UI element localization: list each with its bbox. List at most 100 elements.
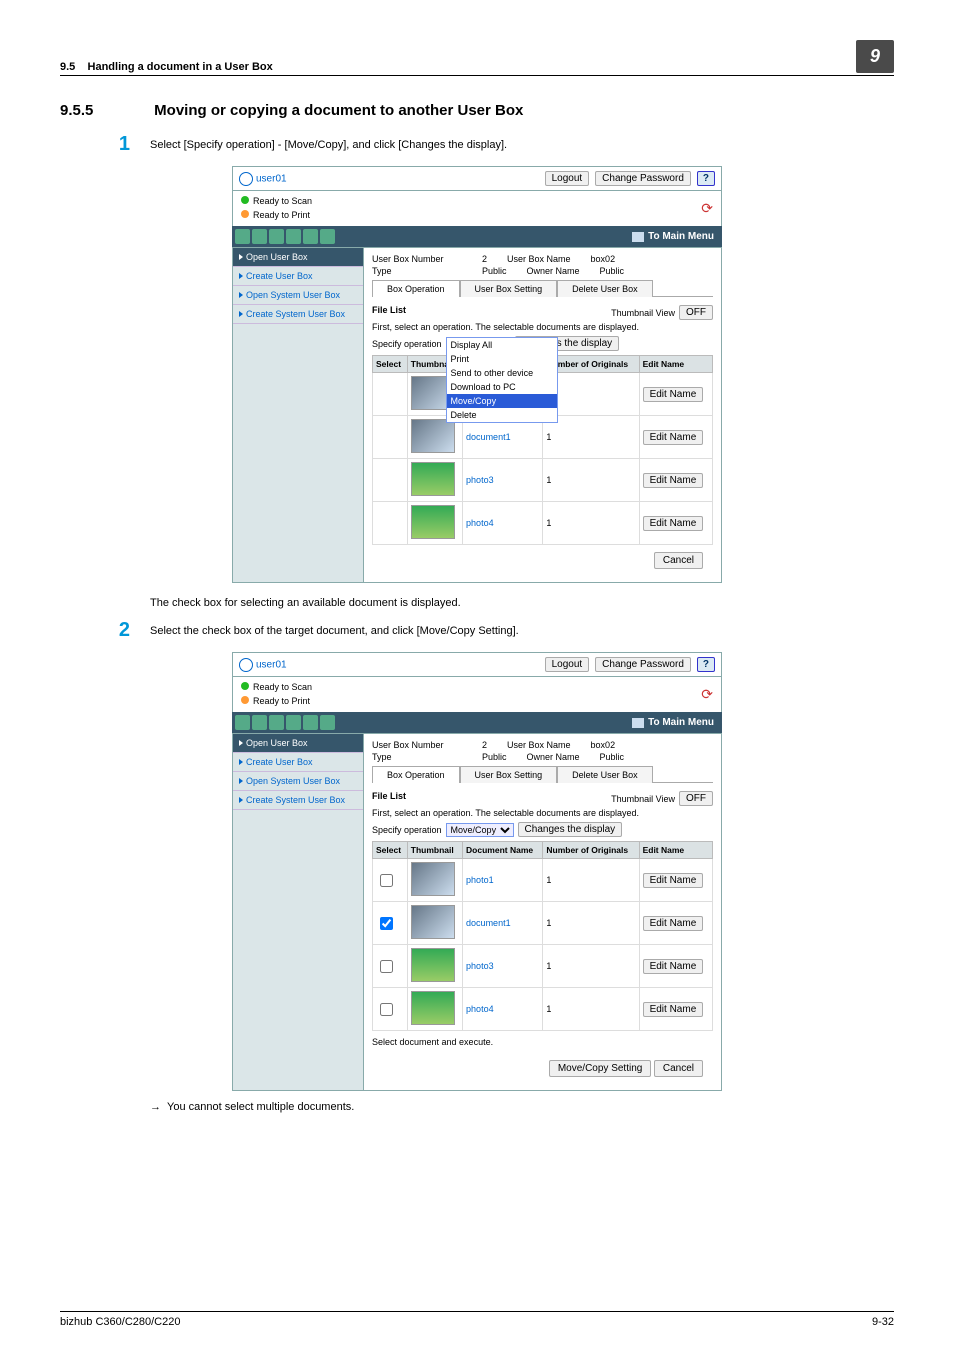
doc-link[interactable]: document1 [466,918,511,928]
thumbnail-icon [411,991,455,1025]
logout-button[interactable]: Logout [545,171,590,186]
help-icon[interactable]: ? [697,657,715,672]
thumbnail-icon [411,462,455,496]
thumbnail-icon [411,862,455,896]
main-menu-icon [632,718,644,728]
sidebar-create-system-user-box[interactable]: Create System User Box [233,305,363,324]
row-checkbox[interactable] [380,874,393,887]
file-table: SelectThumbnailDocument NameNumber of Or… [372,841,713,1031]
toolbar-icon[interactable] [286,229,301,244]
sidebar-create-user-box[interactable]: Create User Box [233,753,363,772]
edit-name-button[interactable]: Edit Name [643,959,704,974]
tab-box-operation[interactable]: Box Operation [372,280,460,297]
paragraph-1: The check box for selecting an available… [150,597,894,609]
thumbnail-icon [411,948,455,982]
row-checkbox[interactable] [380,1003,393,1016]
scan-led-icon [241,682,249,690]
status-print: Ready to Print [253,210,310,220]
toolbar-icon[interactable] [320,229,335,244]
step2-num: 2 [60,619,150,642]
status-scan: Ready to Scan [253,196,312,206]
move-copy-setting-button[interactable]: Move/Copy Setting [549,1060,652,1077]
toolbar-icon[interactable] [252,715,267,730]
tab-user-box-setting[interactable]: User Box Setting [460,766,558,783]
edit-name-button[interactable]: Edit Name [643,387,704,402]
toolbar-icon[interactable] [235,715,250,730]
print-led-icon [241,696,249,704]
specify-operation-label: Specify operation [372,339,442,349]
help-icon[interactable]: ? [697,171,715,186]
toolbar-icon[interactable] [269,229,284,244]
thumbnail-off-button[interactable]: OFF [679,791,713,806]
sidebar-open-user-box[interactable]: Open User Box [233,248,363,267]
file-list-heading: File List [372,305,406,320]
sidebar-open-system-user-box[interactable]: Open System User Box [233,772,363,791]
doc-link[interactable]: photo4 [466,518,494,528]
doc-link[interactable]: photo4 [466,1004,494,1014]
change-password-button[interactable]: Change Password [595,657,691,672]
header-section-no: 9.5 [60,61,75,73]
edit-name-button[interactable]: Edit Name [643,1002,704,1017]
print-led-icon [241,210,249,218]
arrow-note: You cannot select multiple documents. [167,1101,354,1113]
toolbar-icon[interactable] [269,715,284,730]
username[interactable]: user01 [256,659,287,670]
user-icon [239,172,253,186]
toolbar-icon[interactable] [235,229,250,244]
sidebar-open-user-box[interactable]: Open User Box [233,734,363,753]
doc-link[interactable]: document1 [466,432,511,442]
doc-link[interactable]: photo3 [466,961,494,971]
change-password-button[interactable]: Change Password [595,171,691,186]
tab-delete-user-box[interactable]: Delete User Box [557,766,653,783]
tab-delete-user-box[interactable]: Delete User Box [557,280,653,297]
operation-dropdown: Display All Print Send to other device D… [446,337,558,423]
row-checkbox[interactable] [380,917,393,930]
toolbar-icon[interactable] [286,715,301,730]
logout-button[interactable]: Logout [545,657,590,672]
header-section-title: Handling a document in a User Box [88,61,273,73]
footer-page: 9-32 [872,1316,894,1328]
user-icon [239,658,253,672]
to-main-menu[interactable]: To Main Menu [648,231,714,242]
cancel-button[interactable]: Cancel [654,1060,703,1077]
edit-name-button[interactable]: Edit Name [643,473,704,488]
doc-link[interactable]: photo1 [466,875,494,885]
first-select-note: First, select an operation. The selectab… [372,322,713,332]
thumbnail-off-button[interactable]: OFF [679,305,713,320]
sidebar-create-user-box[interactable]: Create User Box [233,267,363,286]
toolbar-icon[interactable] [320,715,335,730]
title-text: Moving or copying a document to another … [154,102,523,119]
tab-box-operation[interactable]: Box Operation [372,766,460,783]
thumbnail-icon [411,419,455,453]
sidebar-create-system-user-box[interactable]: Create System User Box [233,791,363,810]
row-checkbox[interactable] [380,960,393,973]
edit-name-button[interactable]: Edit Name [643,916,704,931]
screenshot-1: user01 Logout Change Password ? Ready to… [232,166,722,583]
screenshot-2: user01 Logout Change Password ? Ready to… [232,652,722,1091]
toolbar-icon[interactable] [303,715,318,730]
specify-operation-select[interactable]: Move/Copy [446,823,514,837]
edit-name-button[interactable]: Edit Name [643,873,704,888]
refresh-icon[interactable]: ⟳ [701,684,713,705]
tab-user-box-setting[interactable]: User Box Setting [460,280,558,297]
edit-name-button[interactable]: Edit Name [643,430,704,445]
doc-link[interactable]: photo3 [466,475,494,485]
arrow-icon: → [150,1101,161,1113]
to-main-menu[interactable]: To Main Menu [648,717,714,728]
step1-num: 1 [60,133,150,156]
footer-model: bizhub C360/C280/C220 [60,1316,180,1328]
step1-text: Select [Specify operation] - [Move/Copy]… [150,133,894,156]
scan-led-icon [241,196,249,204]
toolbar-icon[interactable] [252,229,267,244]
select-doc-note: Select document and execute. [372,1037,713,1047]
changes-display-button[interactable]: Changes the display [518,822,623,837]
refresh-icon[interactable]: ⟳ [701,198,713,219]
username[interactable]: user01 [256,173,287,184]
step2-text: Select the check box of the target docum… [150,619,894,642]
cancel-button[interactable]: Cancel [654,552,703,569]
edit-name-button[interactable]: Edit Name [643,516,704,531]
sidebar-open-system-user-box[interactable]: Open System User Box [233,286,363,305]
thumbnail-icon [411,505,455,539]
toolbar-icon[interactable] [303,229,318,244]
main-menu-icon [632,232,644,242]
